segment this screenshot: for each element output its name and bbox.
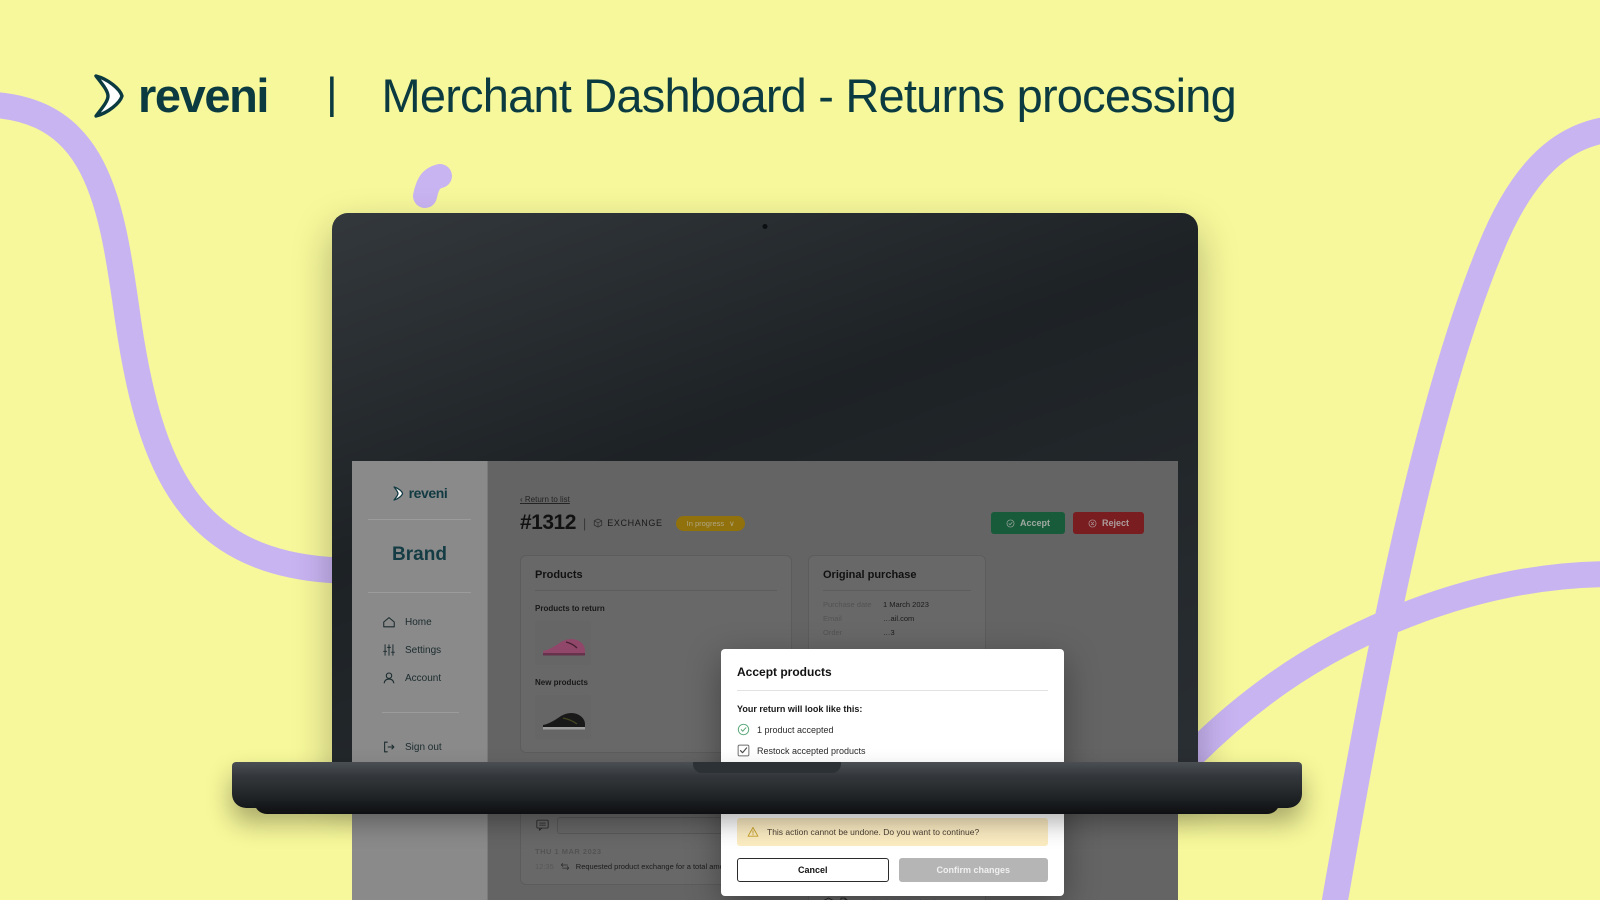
sidebar-item-label: Settings xyxy=(405,644,442,656)
sidebar-logo[interactable]: reveni xyxy=(352,477,487,515)
cancel-button[interactable]: Cancel xyxy=(737,858,889,882)
reveni-chevron-icon xyxy=(392,485,403,501)
modal-actions: Cancel Confirm changes xyxy=(737,858,1048,882)
sidebar-item-home[interactable]: Home xyxy=(382,615,487,629)
sidebar-item-settings[interactable]: Settings xyxy=(382,643,487,657)
home-icon xyxy=(383,617,395,628)
warning-text: This action cannot be undone. Do you wan… xyxy=(767,827,980,837)
sidebar: reveni Brand Home Settings Account Sign … xyxy=(352,461,488,900)
main-content: ‹ Return to list #1312 | EXCHANGE In pro… xyxy=(488,461,1178,900)
modal-title: Accept products xyxy=(737,665,1048,691)
banner-branding: reveni | Merchant Dashboard - Returns pr… xyxy=(90,68,1237,122)
laptop-screen: reveni Brand Home Settings Account Sign … xyxy=(352,461,1178,900)
sidebar-divider-top xyxy=(368,519,471,520)
confirm-changes-button[interactable]: Confirm changes xyxy=(898,858,1048,882)
restock-checkbox-row[interactable]: Restock accepted products xyxy=(737,744,1048,757)
dashboard-app: reveni Brand Home Settings Account Sign … xyxy=(352,461,1178,900)
user-icon xyxy=(383,672,395,684)
sidebar-item-label: Account xyxy=(405,672,442,684)
warning-banner: This action cannot be undone. Do you wan… xyxy=(737,818,1048,846)
reveni-chevron-icon xyxy=(94,73,124,118)
accepted-summary-text: 1 product accepted xyxy=(757,724,834,735)
sidebar-divider-bottom xyxy=(382,712,459,713)
sidebar-logo-label: reveni xyxy=(408,485,448,501)
sliders-icon xyxy=(383,644,395,656)
laptop-mockup: reveni Brand Home Settings Account Sign … xyxy=(232,213,1302,900)
sidebar-divider-mid xyxy=(368,592,471,593)
sidebar-nav: Home Settings Account Sign out xyxy=(352,597,487,754)
banner-separator: | xyxy=(326,68,338,118)
checkbox-checked-icon xyxy=(737,744,750,757)
accepted-summary-row: 1 product accepted xyxy=(737,723,1048,736)
laptop-camera xyxy=(762,224,768,229)
sidebar-item-account[interactable]: Account xyxy=(382,671,487,685)
banner-headline: Merchant Dashboard - Returns processing xyxy=(381,69,1237,122)
sign-out-icon xyxy=(384,741,395,753)
brand-wordmark: reveni xyxy=(138,69,269,122)
sidebar-item-label: Sign out xyxy=(405,741,442,753)
sidebar-item-label: Home xyxy=(405,616,432,628)
sidebar-item-sign-out[interactable]: Sign out xyxy=(382,740,487,754)
warning-triangle-icon xyxy=(747,827,759,837)
modal-lead-text: Your return will look like this: xyxy=(737,704,863,714)
laptop-base-foot xyxy=(254,801,1280,814)
check-circle-icon xyxy=(737,723,750,736)
restock-checkbox-label: Restock accepted products xyxy=(757,745,866,756)
sidebar-brand-name: Brand xyxy=(392,544,447,565)
